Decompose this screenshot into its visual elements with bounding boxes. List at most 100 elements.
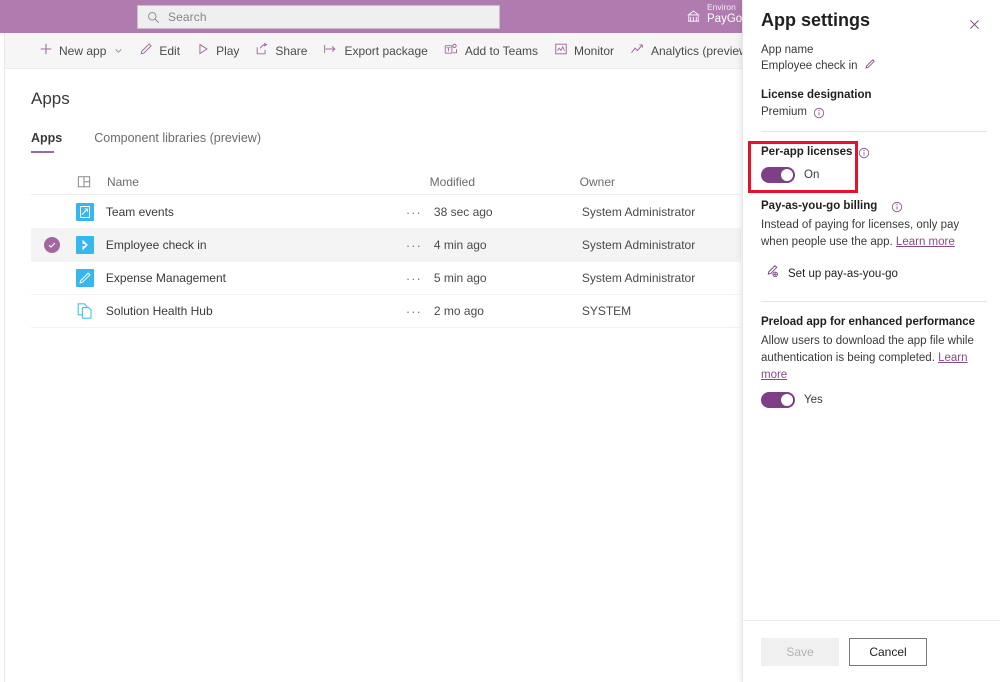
environment-name: PayGo xyxy=(707,13,742,26)
app-root: Search Environ PayGo New app xyxy=(0,0,1000,682)
preload-toggle-state: Yes xyxy=(804,394,823,406)
preload-toggle-row: Yes xyxy=(761,392,987,408)
page-title: Apps xyxy=(31,89,70,109)
add-to-teams-button[interactable]: Add to Teams xyxy=(436,33,546,69)
row-name: Employee check in xyxy=(106,238,406,252)
environment-icon xyxy=(686,9,701,24)
paygo-label-row: Pay-as-you-go billing xyxy=(761,200,987,212)
checkmark-icon xyxy=(44,237,60,253)
row-owner: System Administrator xyxy=(582,271,741,285)
info-icon[interactable] xyxy=(858,146,870,158)
cancel-button[interactable]: Cancel xyxy=(849,638,927,666)
monitor-button[interactable]: Monitor xyxy=(546,33,622,69)
row-name: Solution Health Hub xyxy=(106,304,406,318)
setup-paygo-label: Set up pay-as-you-go xyxy=(788,268,898,280)
row-overflow-button[interactable]: ··· xyxy=(406,271,434,286)
column-header-owner[interactable]: Owner xyxy=(580,175,741,189)
search-icon xyxy=(147,11,160,24)
per-app-licenses-label-row: Per-app licenses xyxy=(761,146,987,158)
row-overflow-button[interactable]: ··· xyxy=(406,304,434,319)
table-row[interactable]: Team events ··· 38 sec ago System Admini… xyxy=(31,196,741,229)
row-select-cell[interactable] xyxy=(31,237,76,253)
search-placeholder: Search xyxy=(168,10,207,24)
environment-label: Environ xyxy=(707,3,742,13)
per-app-licenses-label: Per-app licenses xyxy=(761,146,852,158)
row-modified: 4 min ago xyxy=(434,238,582,252)
share-icon xyxy=(255,42,269,59)
per-app-licenses-toggle-state: On xyxy=(804,169,819,181)
pencil-icon xyxy=(139,42,153,59)
license-designation-label: License designation xyxy=(761,89,987,101)
pencil-icon[interactable] xyxy=(864,57,876,75)
row-modified: 2 mo ago xyxy=(434,304,582,318)
chevron-down-icon xyxy=(114,44,123,58)
edit-button[interactable]: Edit xyxy=(131,33,188,69)
info-icon[interactable] xyxy=(891,200,903,212)
canvas-app-icon xyxy=(76,269,106,287)
license-designation-value: Premium xyxy=(761,106,807,118)
table-row[interactable]: Employee check in ··· 4 min ago System A… xyxy=(31,229,741,262)
row-modified: 38 sec ago xyxy=(434,205,582,219)
panel-footer: Save Cancel xyxy=(743,620,1000,682)
analytics-button[interactable]: Analytics (preview) xyxy=(622,33,760,69)
row-modified: 5 min ago xyxy=(434,271,582,285)
row-owner: System Administrator xyxy=(582,205,741,219)
per-app-licenses-toggle[interactable] xyxy=(761,167,795,183)
column-header-modified[interactable]: Modified xyxy=(430,175,580,189)
export-package-button[interactable]: Export package xyxy=(315,33,435,69)
row-overflow-button[interactable]: ··· xyxy=(406,205,434,220)
export-icon xyxy=(323,42,338,59)
table-row[interactable]: Expense Management ··· 5 min ago System … xyxy=(31,262,741,295)
app-name-row: Employee check in xyxy=(761,57,987,75)
play-button[interactable]: Play xyxy=(188,33,247,69)
app-settings-panel: App settings App name Employee check in … xyxy=(742,0,1000,682)
monitor-label: Monitor xyxy=(574,44,614,58)
new-app-label: New app xyxy=(59,44,106,58)
export-package-label: Export package xyxy=(344,44,427,58)
edit-label: Edit xyxy=(159,44,180,58)
panel-header: App settings xyxy=(761,10,988,38)
preload-toggle[interactable] xyxy=(761,392,795,408)
play-icon xyxy=(196,42,210,59)
analytics-icon xyxy=(630,42,645,59)
save-button[interactable]: Save xyxy=(761,638,839,666)
share-button[interactable]: Share xyxy=(247,33,315,69)
app-name-label: App name xyxy=(761,44,987,56)
canvas-app-icon xyxy=(76,236,106,254)
paygo-description-block: Instead of paying for licenses, only pay… xyxy=(761,217,987,250)
new-app-button[interactable]: New app xyxy=(31,33,131,69)
app-name-value: Employee check in xyxy=(761,60,858,72)
app-type-icon xyxy=(77,175,107,189)
close-icon[interactable] xyxy=(960,10,988,38)
row-owner: System Administrator xyxy=(582,238,741,252)
model-app-icon xyxy=(76,302,106,320)
column-header-name[interactable]: Name xyxy=(107,175,430,189)
tab-apps[interactable]: Apps xyxy=(31,127,74,153)
row-overflow-button[interactable]: ··· xyxy=(406,238,434,253)
environment-selector[interactable]: Environ PayGo xyxy=(686,3,742,26)
analytics-label: Analytics (preview) xyxy=(651,44,752,58)
paygo-learn-more-link[interactable]: Learn more xyxy=(896,236,955,248)
left-rail xyxy=(0,0,5,33)
per-app-licenses-toggle-row: On xyxy=(761,167,987,183)
search-input[interactable]: Search xyxy=(137,5,500,29)
pivot-tabs: Apps Component libraries (preview) xyxy=(31,127,293,153)
license-designation-row: Premium xyxy=(761,106,987,118)
share-label: Share xyxy=(275,44,307,58)
preload-label: Preload app for enhanced performance xyxy=(761,316,987,328)
teams-icon xyxy=(444,42,459,59)
divider xyxy=(761,301,987,302)
row-name: Team events xyxy=(106,205,406,219)
setup-paygo-button[interactable]: Set up pay-as-you-go xyxy=(761,264,987,283)
table-row[interactable]: Solution Health Hub ··· 2 mo ago SYSTEM xyxy=(31,295,741,328)
row-name: Expense Management xyxy=(106,271,406,285)
info-icon[interactable] xyxy=(813,106,825,118)
paygo-setup-icon xyxy=(765,264,779,283)
tab-component-libraries-label: Component libraries (preview) xyxy=(94,131,261,145)
divider xyxy=(761,131,987,132)
tab-component-libraries[interactable]: Component libraries (preview) xyxy=(94,127,273,153)
canvas-app-icon xyxy=(76,203,106,221)
play-label: Play xyxy=(216,44,239,58)
panel-title: App settings xyxy=(761,10,870,31)
preload-description-block: Allow users to download the app file whi… xyxy=(761,333,987,383)
